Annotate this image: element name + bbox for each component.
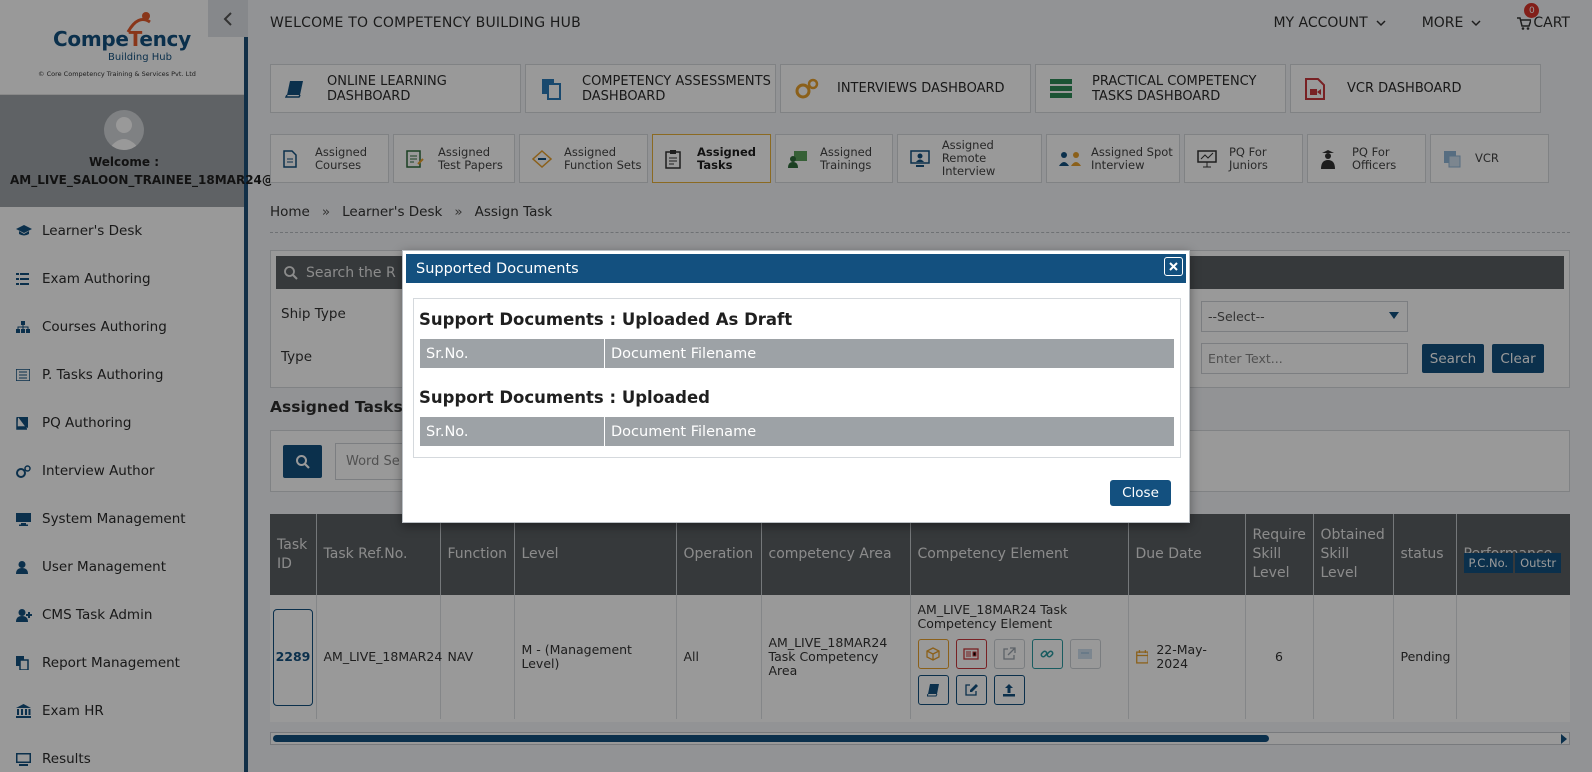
table-header-row: Sr.No. Document Filename xyxy=(419,416,1175,447)
table-header-row: Sr.No. Document Filename xyxy=(419,338,1175,369)
modal-close-button[interactable]: Close xyxy=(1110,480,1171,506)
modal-header: Supported Documents xyxy=(406,254,1186,283)
col-sr-no: Sr.No. xyxy=(419,416,605,447)
modal-body: Support Documents : Uploaded As Draft Sr… xyxy=(413,298,1181,458)
draft-documents-table: Sr.No. Document Filename xyxy=(419,338,1175,369)
modal-title: Supported Documents xyxy=(416,260,579,277)
col-sr-no: Sr.No. xyxy=(419,338,605,369)
modal-close-x-button[interactable] xyxy=(1164,257,1183,276)
supported-documents-modal: Supported Documents Support Documents : … xyxy=(402,250,1190,523)
col-document-filename: Document Filename xyxy=(604,338,1175,369)
uploaded-documents-table: Sr.No. Document Filename xyxy=(419,416,1175,447)
uploaded-documents-title: Support Documents : Uploaded xyxy=(419,388,710,407)
close-icon xyxy=(1169,262,1178,271)
draft-documents-title: Support Documents : Uploaded As Draft xyxy=(419,310,793,329)
col-document-filename: Document Filename xyxy=(604,416,1175,447)
